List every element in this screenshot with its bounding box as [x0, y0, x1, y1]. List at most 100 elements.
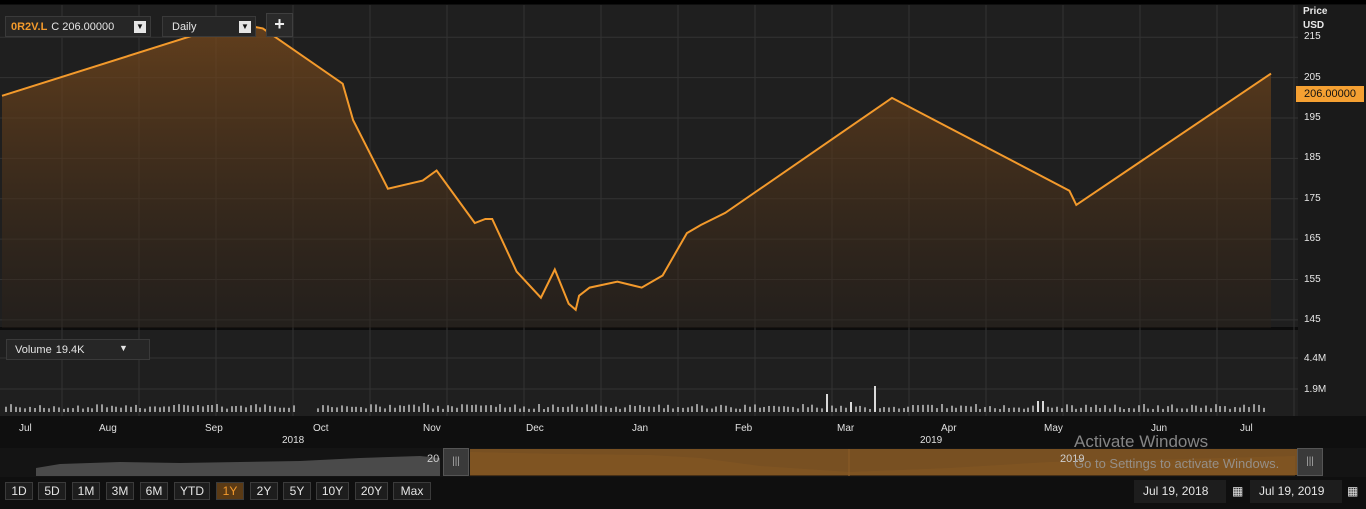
navigator-left-handle[interactable]: ||| [443, 448, 469, 476]
volume-bar [999, 408, 1001, 412]
volume-label: Volume [15, 343, 52, 356]
volume-bar [917, 405, 919, 412]
volume-bar [946, 408, 948, 412]
volume-bar [754, 404, 756, 412]
volume-bar [245, 407, 247, 412]
volume-bar [547, 407, 549, 412]
range-button-1m[interactable]: 1M [72, 482, 100, 500]
volume-bar [1171, 404, 1173, 412]
volume-bar [264, 404, 266, 412]
chevron-down-icon[interactable]: ▼ [119, 343, 128, 353]
price-chart[interactable] [0, 0, 1366, 448]
volume-bar [87, 407, 89, 412]
volume-bar [1176, 408, 1178, 412]
volume-bar [552, 404, 554, 412]
range-button-1d[interactable]: 1D [5, 482, 33, 500]
volume-bar [610, 407, 612, 412]
interval-selector[interactable]: Daily ▼ [162, 16, 256, 37]
close-prefix: C [51, 20, 60, 33]
activate-windows-subtitle: Go to Settings to activate Windows. [1074, 456, 1280, 471]
volume-bar [293, 405, 295, 412]
volume-bar [202, 406, 204, 412]
volume-bar [1123, 408, 1125, 412]
volume-bar [125, 405, 127, 412]
month-label: Jul [19, 423, 32, 434]
volume-bar [831, 405, 833, 412]
range-button-6m[interactable]: 6M [140, 482, 168, 500]
volume-bar [447, 405, 449, 412]
range-button-1y[interactable]: 1Y [216, 482, 244, 500]
volume-bar [855, 406, 857, 412]
calendar-icon[interactable]: ▦ [1232, 485, 1244, 498]
volume-bar [24, 408, 26, 412]
volume-bar [34, 407, 36, 412]
add-indicator-button[interactable]: + [266, 13, 293, 37]
volume-bar [159, 407, 161, 412]
range-button-3m[interactable]: 3M [106, 482, 134, 500]
volume-bar [5, 406, 7, 412]
volume-bar [1003, 405, 1005, 412]
range-button-20y[interactable]: 20Y [355, 482, 388, 500]
volume-bar [1152, 408, 1154, 412]
end-date-field[interactable]: Jul 19, 2019 [1250, 480, 1342, 503]
volume-bar [835, 408, 837, 412]
volume-bar [874, 386, 876, 412]
volume-bar [701, 405, 703, 412]
volume-bar [907, 406, 909, 412]
range-button-10y[interactable]: 10Y [316, 482, 349, 500]
range-button-max[interactable]: Max [393, 482, 431, 500]
range-button-ytd[interactable]: YTD [174, 482, 210, 500]
symbol-selector[interactable]: 0R2V.L C 206.00000 ▼ [5, 16, 151, 37]
start-date-field[interactable]: Jul 19, 2018 [1134, 480, 1226, 503]
month-label: Sep [205, 423, 223, 434]
range-button-2y[interactable]: 2Y [250, 482, 278, 500]
volume-bar [715, 406, 717, 412]
volume-bar [499, 404, 501, 412]
volume-bar [255, 404, 257, 412]
price-tick-label: 175 [1304, 192, 1321, 204]
volume-bar [802, 404, 804, 412]
volume-bar [399, 405, 401, 412]
volume-bar [168, 406, 170, 412]
volume-bar [154, 406, 156, 412]
volume-bar [951, 405, 953, 412]
volume-bar [106, 407, 108, 412]
volume-bar [763, 406, 765, 412]
price-tick-label: 185 [1304, 152, 1321, 164]
volume-bar [735, 408, 737, 412]
volume-bar [1128, 408, 1130, 412]
chevron-down-icon[interactable]: ▼ [134, 21, 146, 33]
volume-bar [1056, 406, 1058, 412]
volume-bar [19, 407, 21, 412]
volume-bar [178, 404, 180, 412]
volume-bar [591, 406, 593, 412]
volume-selector[interactable]: Volume 19.4K ▼ [6, 339, 150, 360]
price-tick-label: 145 [1304, 313, 1321, 325]
volume-bar [927, 404, 929, 412]
volume-bar [903, 408, 905, 412]
volume-bar [888, 407, 890, 412]
volume-bar [898, 408, 900, 412]
volume-bar [288, 407, 290, 412]
volume-bar [15, 406, 17, 412]
calendar-icon[interactable]: ▦ [1347, 485, 1359, 498]
volume-bar [773, 405, 775, 412]
volume-bar [250, 405, 252, 412]
volume-bar [144, 408, 146, 412]
volume-bar [1195, 405, 1197, 412]
range-button-5d[interactable]: 5D [38, 482, 66, 500]
price-tick-label: 215 [1304, 31, 1321, 43]
volume-bar [10, 404, 12, 412]
volume-bar [1013, 407, 1015, 412]
chevron-down-icon[interactable]: ▼ [239, 21, 251, 33]
volume-bar [619, 408, 621, 412]
range-button-5y[interactable]: 5Y [283, 482, 311, 500]
volume-bar [667, 404, 669, 412]
month-label: Dec [526, 423, 544, 434]
navigator-right-handle[interactable]: ||| [1297, 448, 1323, 476]
volume-bar [442, 408, 444, 412]
volume-bar [111, 405, 113, 412]
volume-bar [557, 406, 559, 412]
volume-bar [706, 408, 708, 412]
volume-bar [1147, 408, 1149, 412]
